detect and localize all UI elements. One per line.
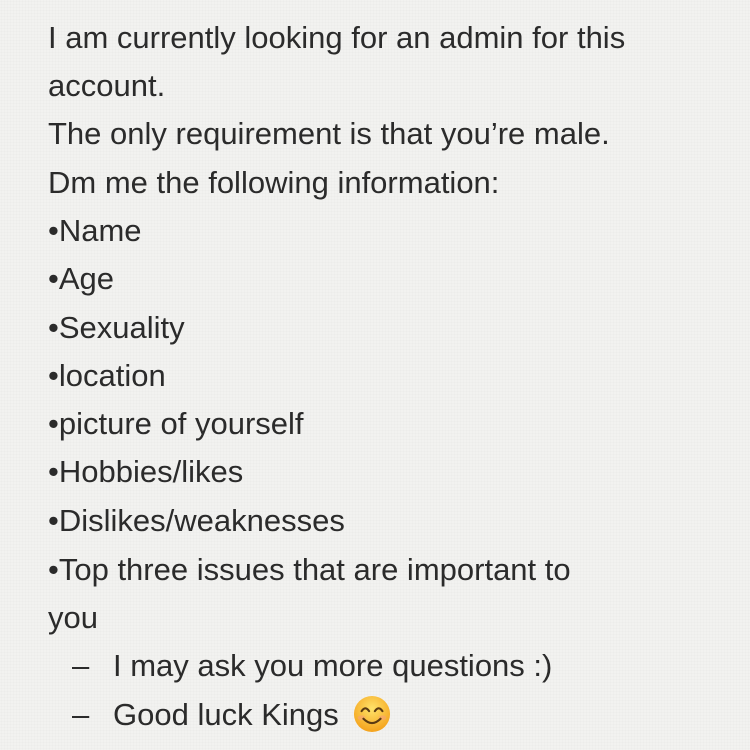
list-item: •Top three issues that are important to (48, 552, 571, 587)
dash-marker: – (72, 697, 90, 732)
note-line: Dm me the following information: (48, 165, 500, 200)
sub-item: – Good luck Kings (72, 695, 391, 735)
sub-item: – I may ask you more questions :) (72, 646, 552, 686)
sub-item-text: Good luck Kings (113, 697, 339, 732)
note-line: The only requirement is that you’re male… (48, 116, 610, 151)
smiling-face-emoji-icon (354, 695, 391, 733)
sub-item-text: I may ask you more questions :) (113, 648, 553, 683)
list-item: •Name (48, 213, 142, 248)
list-item: •location (48, 358, 166, 393)
note-line: account. (48, 68, 166, 103)
note-line: I am currently looking for an admin for … (48, 20, 626, 55)
list-item: •Hobbies/likes (48, 454, 244, 489)
dash-marker: – (72, 648, 90, 683)
list-item: •Sexuality (48, 310, 185, 345)
list-item-continuation: you (48, 600, 98, 635)
list-item: •picture of yourself (48, 406, 304, 441)
list-item: •Age (48, 261, 115, 296)
list-item: •Dislikes/weaknesses (48, 503, 345, 538)
